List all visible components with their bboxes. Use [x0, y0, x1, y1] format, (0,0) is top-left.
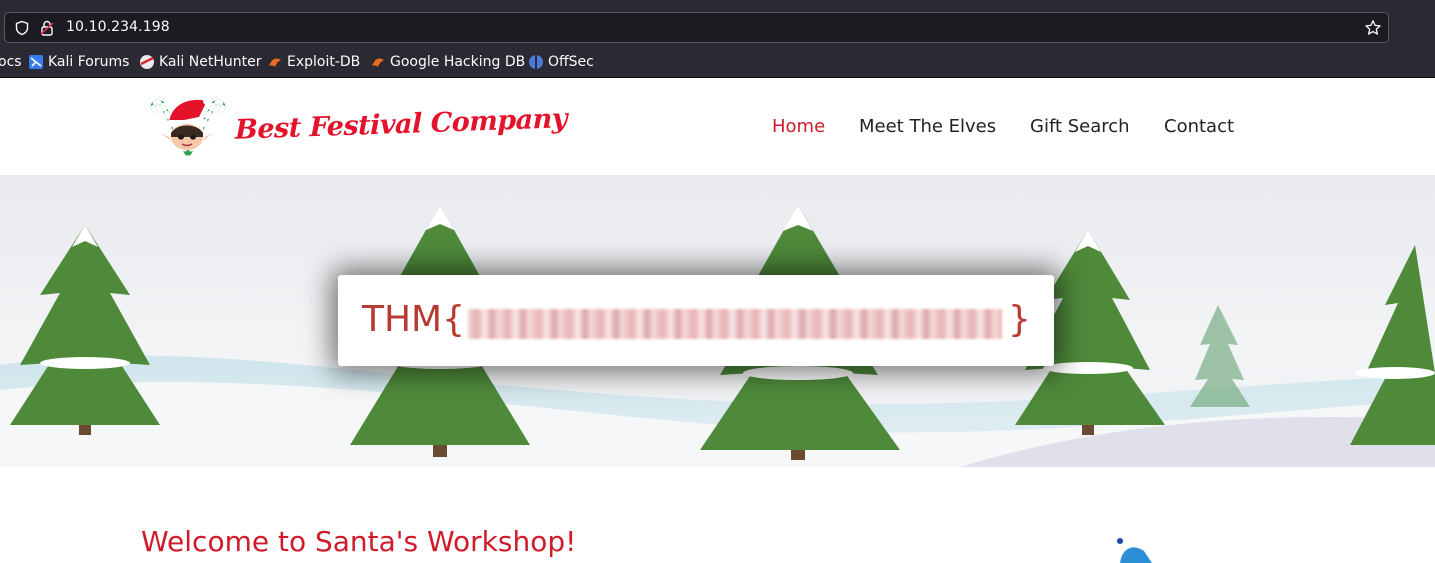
ghdb-icon — [372, 58, 384, 67]
bookmark-docs[interactable]: ocs — [0, 54, 22, 70]
bookmark-kali-nethunter[interactable]: Kali NetHunter — [139, 54, 261, 70]
blue-elf-hat-icon — [1117, 538, 1152, 563]
nav-contact[interactable]: Contact — [1164, 116, 1234, 137]
bookmark-offsec[interactable]: OffSec — [528, 54, 594, 70]
url-text[interactable]: 10.10.234.198 — [66, 19, 170, 35]
elf-mascot-icon — [150, 97, 226, 156]
shield-icon[interactable] — [14, 20, 30, 36]
bookmark-star-icon[interactable] — [1364, 19, 1382, 37]
offsec-icon — [529, 55, 543, 69]
flag-prefix: THM{ — [362, 299, 466, 340]
flag-suffix: } — [1008, 299, 1031, 340]
brand-logo[interactable]: Best Festival Company — [147, 93, 567, 163]
bookmark-kali-forums[interactable]: Kali Forums — [28, 54, 129, 70]
kali-forums-icon — [29, 55, 43, 69]
kali-nethunter-icon — [140, 55, 154, 69]
hero-banner: THM{ } — [0, 175, 1435, 467]
nav-home[interactable]: Home — [772, 116, 825, 137]
insecure-lock-icon[interactable] — [39, 19, 55, 37]
brand-name: Best Festival Company — [235, 103, 567, 146]
address-bar[interactable]: 10.10.234.198 — [4, 12, 1389, 43]
site-header: Best Festival Company Home Meet The Elve… — [0, 79, 1435, 175]
bookmarks-toolbar: ocs Kali Forums Kali NetHunter Exploit-D… — [0, 48, 1435, 78]
nav-gift-search[interactable]: Gift Search — [1030, 116, 1130, 137]
exploit-db-icon — [269, 58, 281, 67]
nav-meet-the-elves[interactable]: Meet The Elves — [859, 116, 996, 137]
welcome-heading: Welcome to Santa's Workshop! — [141, 525, 577, 558]
redacted-flag-value — [468, 309, 1002, 339]
bookmark-google-hacking-db[interactable]: Google Hacking DB — [370, 54, 525, 70]
bookmark-exploit-db[interactable]: Exploit-DB — [267, 54, 360, 70]
flag-card: THM{ } — [338, 275, 1054, 366]
browser-top-strip — [0, 0, 1435, 8]
browser-toolbar: 10.10.234.198 — [0, 8, 1435, 48]
